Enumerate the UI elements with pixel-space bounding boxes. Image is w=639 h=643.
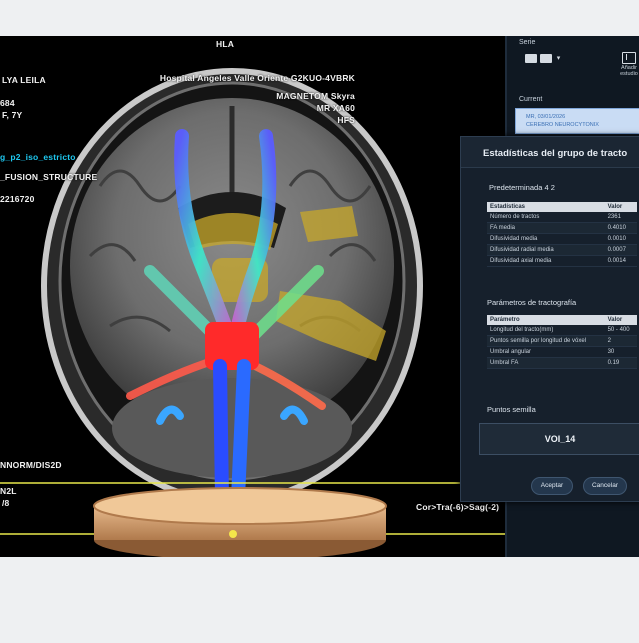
- patient-id: 684: [0, 98, 15, 108]
- param-value: 50 - 400: [607, 327, 630, 333]
- table-row[interactable]: Umbral angular 30: [487, 347, 637, 358]
- add-study-label: Añadir estudio: [620, 65, 638, 77]
- grid-icon[interactable]: [540, 54, 552, 63]
- param-name: Umbral angular: [490, 349, 532, 355]
- chevron-down-icon[interactable]: ▾: [555, 54, 562, 63]
- params-header-value: Valor: [607, 317, 623, 323]
- fusion-label: _FUSION_STRUCTURE: [0, 172, 98, 182]
- table-row[interactable]: Umbral FA 0.19: [487, 358, 637, 369]
- param-value: 30: [607, 349, 615, 355]
- mri-viewport[interactable]: HLA LYA LEILA 684 F, 7Y g_p2_iso_estrict…: [0, 36, 505, 557]
- current-label: Current: [519, 96, 543, 103]
- param-name: Umbral FA: [490, 360, 519, 366]
- table-row[interactable]: FA media 0.4010: [487, 223, 637, 234]
- param-name: Longitud del tracto(mm): [490, 327, 554, 333]
- stat-value: 0.4010: [607, 225, 626, 231]
- stat-value: 0.0007: [607, 247, 626, 253]
- accept-button[interactable]: Aceptar: [531, 477, 573, 495]
- tract-stats-dialog: Estadísticas del grupo de tracto Predete…: [460, 136, 639, 502]
- param-name: Puntos semilla por longitud de vóxel: [490, 338, 587, 344]
- patient-name: LYA LEILA: [2, 75, 46, 85]
- stat-name: Número de tractos: [490, 214, 540, 220]
- add-study-button[interactable]: Añadir estudio: [617, 52, 639, 77]
- norm-label: NNORM/DIS2D: [0, 460, 62, 470]
- patient-position: HFS: [337, 115, 355, 125]
- params-title: Parámetros de tractografía: [487, 298, 577, 307]
- params-header-row: Parámetro Valor: [487, 315, 637, 325]
- param-value: 2: [607, 338, 611, 344]
- stat-name: FA media: [490, 225, 516, 231]
- patient-sex-age: F, 7Y: [2, 110, 23, 120]
- monitor-photo: HLA LYA LEILA 684 F, 7Y g_p2_iso_estrict…: [0, 36, 639, 557]
- orientation-label: Cor>Tra(-6)>Sag(-2): [416, 502, 500, 512]
- serie-toolbar: ▾: [525, 54, 562, 63]
- current-series-item[interactable]: MR, 03/01/2026 CEREBRO NEUROCYTONIX: [515, 108, 639, 134]
- seeds-title: Puntos semilla: [487, 405, 536, 414]
- view-label: HLA: [216, 39, 235, 49]
- stat-name: Difusividad axial media: [490, 258, 552, 264]
- stat-value: 2361: [607, 214, 621, 220]
- dialog-title: Estadísticas del grupo de tracto: [483, 148, 628, 159]
- preset-label: Predeterminada 4 2: [489, 183, 555, 192]
- stat-value: 0.0010: [607, 236, 626, 242]
- stat-name: Difusividad media: [490, 236, 538, 242]
- stat-value: 0.0014: [607, 258, 626, 264]
- serie-label: Serie: [519, 39, 536, 46]
- table-row[interactable]: Número de tractos 2361: [487, 212, 637, 223]
- code-label-2: /8: [2, 498, 10, 508]
- scanner-name: MAGNETOM Skyra: [276, 91, 355, 101]
- slab-3d: [93, 487, 387, 525]
- stats-table: Estadísticas Valor Número de tractos 236…: [487, 202, 637, 267]
- params-table: Parámetro Valor Longitud del tracto(mm) …: [487, 315, 637, 369]
- cancel-button[interactable]: Cancelar: [583, 477, 627, 495]
- folder-add-icon: [622, 52, 636, 64]
- stats-header-row: Estadísticas Valor: [487, 202, 637, 212]
- current-series-name: CEREBRO NEUROCYTONIX: [526, 122, 599, 128]
- code-label: N2L: [0, 486, 17, 496]
- layout-icon[interactable]: [525, 54, 537, 63]
- brain-mri-image: [0, 68, 505, 557]
- param-value: 0.19: [607, 360, 620, 366]
- study-number: 2216720: [0, 194, 35, 204]
- seed-voi-field[interactable]: VOI_14: [479, 423, 639, 455]
- table-row[interactable]: Longitud del tracto(mm) 50 - 400: [487, 325, 637, 336]
- params-header-name: Parámetro: [490, 317, 520, 323]
- hospital-name: Hospital Angeles Valle Oriente G2KUO-4VB…: [159, 73, 355, 83]
- scanner-model: MR XA60: [316, 103, 355, 113]
- table-row[interactable]: Difusividad axial media 0.0014: [487, 256, 637, 267]
- table-row[interactable]: Difusividad media 0.0010: [487, 234, 637, 245]
- current-series-date: MR, 03/01/2026: [526, 114, 566, 120]
- stats-header-value: Valor: [607, 204, 623, 210]
- stat-name: Difusividad radial media: [490, 247, 554, 253]
- sequence-name: g_p2_iso_estricto: [0, 152, 76, 162]
- table-row[interactable]: Difusividad radial media 0.0007: [487, 245, 637, 256]
- table-row[interactable]: Puntos semilla por longitud de vóxel 2: [487, 336, 637, 347]
- stats-header-name: Estadísticas: [490, 204, 526, 210]
